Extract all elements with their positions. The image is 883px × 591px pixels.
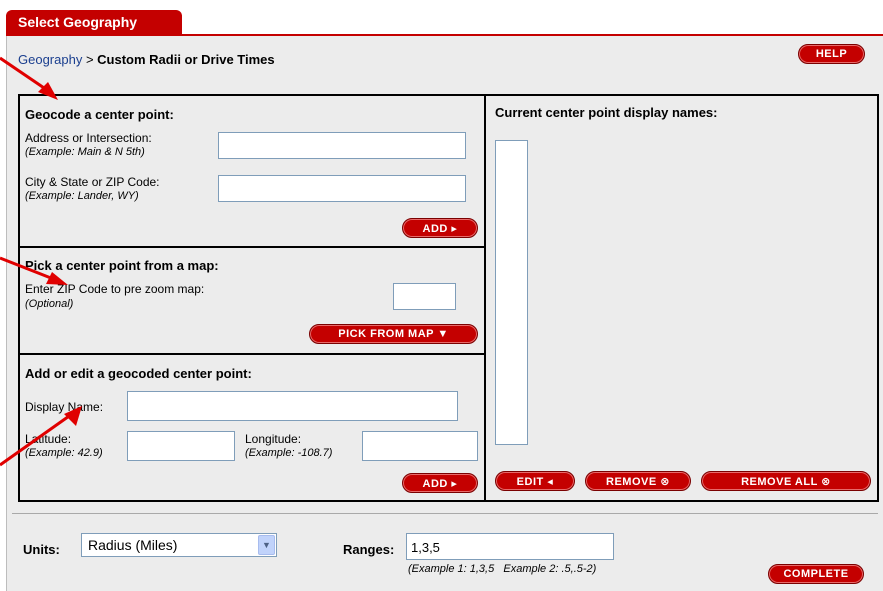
footer-divider bbox=[12, 513, 878, 514]
units-select[interactable]: Radius (Miles) ▼ bbox=[81, 533, 277, 557]
complete-button[interactable]: COMPLETE bbox=[768, 564, 864, 584]
arrow-right-icon bbox=[0, 406, 82, 467]
units-select-value: Radius (Miles) bbox=[88, 537, 178, 553]
ranges-input[interactable]: 1,3,5 bbox=[406, 533, 614, 560]
units-label: Units: bbox=[23, 542, 60, 557]
annotation-arrows bbox=[0, 56, 82, 467]
arrow-right-icon bbox=[0, 56, 58, 100]
arrow-right-icon bbox=[0, 256, 68, 285]
ranges-label: Ranges: bbox=[343, 542, 395, 557]
dropdown-chevron-icon[interactable]: ▼ bbox=[258, 535, 275, 555]
ranges-example: (Example 1: 1,3,5 Example 2: .5,.5-2) bbox=[408, 563, 597, 575]
